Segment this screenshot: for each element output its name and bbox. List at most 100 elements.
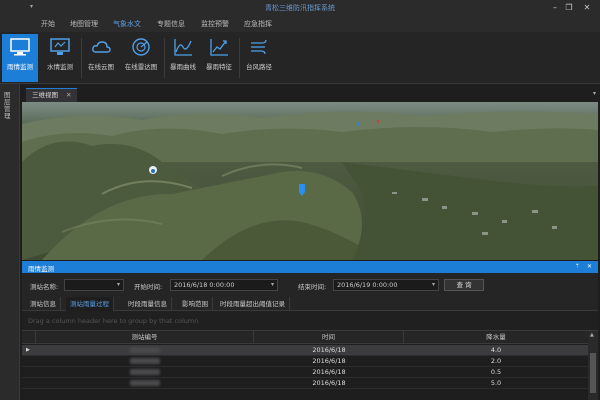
typhoon-icon (251, 39, 267, 55)
column-header-time[interactable]: 时间 (254, 331, 404, 344)
time-cell: 2016/6/18 (312, 368, 346, 376)
panel-title: 雨情监测 (28, 265, 54, 273)
menu-emergency-command[interactable]: 应急指挥 (244, 19, 272, 29)
document-tab-bar: 三维视图 ✕ ▾ (22, 88, 600, 102)
table-row[interactable]: ▶ 2016/6/18 4.0 (22, 345, 588, 356)
filter-bar: 测站名称: ▾ 开始时间: 2016/6/18 0:00:00 ▾ 结束时间: … (22, 273, 598, 297)
query-button[interactable]: 查 询 (444, 279, 484, 291)
menu-start[interactable]: 开始 (41, 19, 55, 29)
column-header-station[interactable]: 测站编号 (36, 331, 254, 344)
start-time-value: 2016/6/18 0:00:00 (174, 281, 235, 289)
redacted-value (130, 380, 160, 386)
tab-impact-range[interactable]: 影响范围 (178, 297, 213, 311)
pin-icon[interactable]: ᛘ (575, 263, 579, 270)
start-time-field[interactable]: 2016/6/18 0:00:00 ▾ (170, 279, 278, 291)
terrain-scene[interactable] (22, 102, 598, 260)
group-by-hint: Drag a column header here to group by th… (28, 317, 199, 325)
scroll-up-icon[interactable]: ▲ (590, 332, 594, 338)
radar-icon (132, 38, 150, 56)
end-time-field[interactable]: 2016/6/19 0:00:00 ▾ (333, 279, 439, 291)
tab-3d-view[interactable]: 三维视图 ✕ (26, 88, 78, 102)
left-dock-strip: 图层管理 (0, 84, 20, 400)
rain-monitor-label: 雨情监测 (7, 63, 33, 71)
menu-topic-info[interactable]: 专题信息 (157, 19, 185, 29)
rainstorm-feature-button[interactable]: 暴雨特征 (202, 34, 236, 82)
rainfall-cell: 0.5 (490, 368, 502, 376)
line-chart-icon (174, 39, 192, 56)
cloud-icon (92, 41, 111, 53)
scrollbar-thumb[interactable] (590, 353, 596, 393)
title-bar: ▾ 青松三维防汛指挥系统 – ❐ ✕ (0, 0, 600, 16)
station-marker[interactable] (357, 122, 360, 126)
tab-station-rainfall-process[interactable]: 测站雨量过程 (66, 297, 114, 311)
chevron-down-icon: ▾ (431, 281, 435, 288)
time-cell: 2016/6/18 (312, 379, 346, 387)
station-name-label: 测站名称: (30, 283, 59, 291)
ribbon-separator (81, 38, 82, 78)
radar-map-label: 在线雷达图 (124, 63, 158, 71)
chevron-down-icon: ▾ (270, 281, 274, 288)
typhoon-path-button[interactable]: 台风路径 (241, 34, 277, 82)
station-marker[interactable] (149, 166, 157, 174)
rainfall-cell: 2.0 (490, 357, 502, 365)
redacted-value (130, 369, 160, 375)
ribbon-separator (239, 38, 240, 78)
ribbon-separator (164, 38, 165, 78)
end-time-value: 2016/6/19 0:00:00 (337, 281, 398, 289)
menu-bar: 开始 地图管理 气象水文 专题信息 监控预警 应急指挥 (0, 16, 600, 32)
trend-chart-icon (210, 39, 228, 56)
close-window-button[interactable]: ✕ (580, 2, 594, 13)
chevron-down-icon: ▾ (116, 281, 120, 288)
monitor-icon (10, 38, 30, 56)
current-row-indicator-icon: ▶ (26, 347, 30, 353)
station-id-cell (36, 345, 254, 356)
menu-weather-hydrology[interactable]: 气象水文 (113, 19, 141, 29)
table-row[interactable]: 2016/6/18 2.0 (22, 356, 588, 367)
close-tab-icon[interactable]: ✕ (66, 91, 71, 99)
3d-terrain-view[interactable] (22, 102, 598, 260)
station-id-cell (36, 378, 254, 389)
time-cell: 2016/6/18 (312, 346, 346, 354)
radar-map-button[interactable]: 在线雷达图 (121, 34, 161, 82)
group-by-area[interactable]: Drag a column header here to group by th… (22, 311, 598, 331)
app-title: 青松三维防汛指挥系统 (265, 4, 335, 12)
restore-button[interactable]: ❐ (562, 2, 576, 13)
tab-list-dropdown-icon[interactable]: ▾ (593, 90, 596, 97)
start-time-label: 开始时间: (134, 283, 163, 291)
panel-header: 雨情监测 ᛘ ✕ (22, 261, 598, 273)
rainstorm-curve-label: 暴雨曲线 (170, 63, 196, 71)
redacted-value (130, 347, 160, 353)
rainstorm-feature-label: 暴雨特征 (206, 63, 232, 71)
station-id-cell (36, 367, 254, 378)
typhoon-path-label: 台风路径 (246, 63, 272, 71)
cloud-map-button[interactable]: 在线云图 (83, 34, 119, 82)
menu-map-management[interactable]: 地图管理 (70, 19, 98, 29)
end-time-label: 结束时间: (298, 283, 327, 291)
panel-controls: ᛘ ✕ (575, 263, 592, 270)
close-panel-icon[interactable]: ✕ (587, 263, 592, 270)
grid-scrollbar[interactable]: ▲ (588, 331, 598, 400)
table-row[interactable]: 2016/6/18 0.5 (22, 367, 588, 378)
row-indicator-header (22, 331, 36, 344)
rainfall-grid: 测站编号 时间 降水量 ▶ 2016/6/18 4.0 2016/6/18 2.… (22, 331, 588, 400)
rainfall-cell: 4.0 (490, 346, 502, 354)
water-monitor-icon (50, 38, 70, 55)
layer-management-tab[interactable]: 图层管理 (4, 92, 16, 120)
tab-3d-view-label: 三维视图 (32, 91, 58, 99)
water-monitor-button[interactable]: 水情监测 (42, 34, 78, 82)
redacted-value (130, 358, 160, 364)
rainstorm-curve-button[interactable]: 暴雨曲线 (166, 34, 200, 82)
menu-monitor-warning[interactable]: 监控预警 (201, 19, 229, 29)
sub-tab-bar: 测站信息 测站雨量过程 时段雨量信息 影响范围 时段雨量超出阈值记录 (22, 297, 598, 311)
time-cell: 2016/6/18 (312, 357, 346, 365)
minimize-button[interactable]: – (548, 2, 562, 13)
column-header-rainfall[interactable]: 降水量 (404, 331, 588, 344)
tab-station-info[interactable]: 测站信息 (26, 297, 61, 311)
tab-period-rainfall-info[interactable]: 时段雨量信息 (124, 297, 172, 311)
rain-monitor-button[interactable]: 雨情监测 (2, 34, 38, 82)
station-marker[interactable] (377, 120, 379, 123)
tab-threshold-exceeded-records[interactable]: 时段雨量超出阈值记录 (216, 297, 290, 311)
grid-header: 测站编号 时间 降水量 (22, 331, 588, 344)
station-name-select[interactable]: ▾ (64, 279, 124, 291)
table-row[interactable]: 2016/6/18 5.0 (22, 378, 588, 389)
